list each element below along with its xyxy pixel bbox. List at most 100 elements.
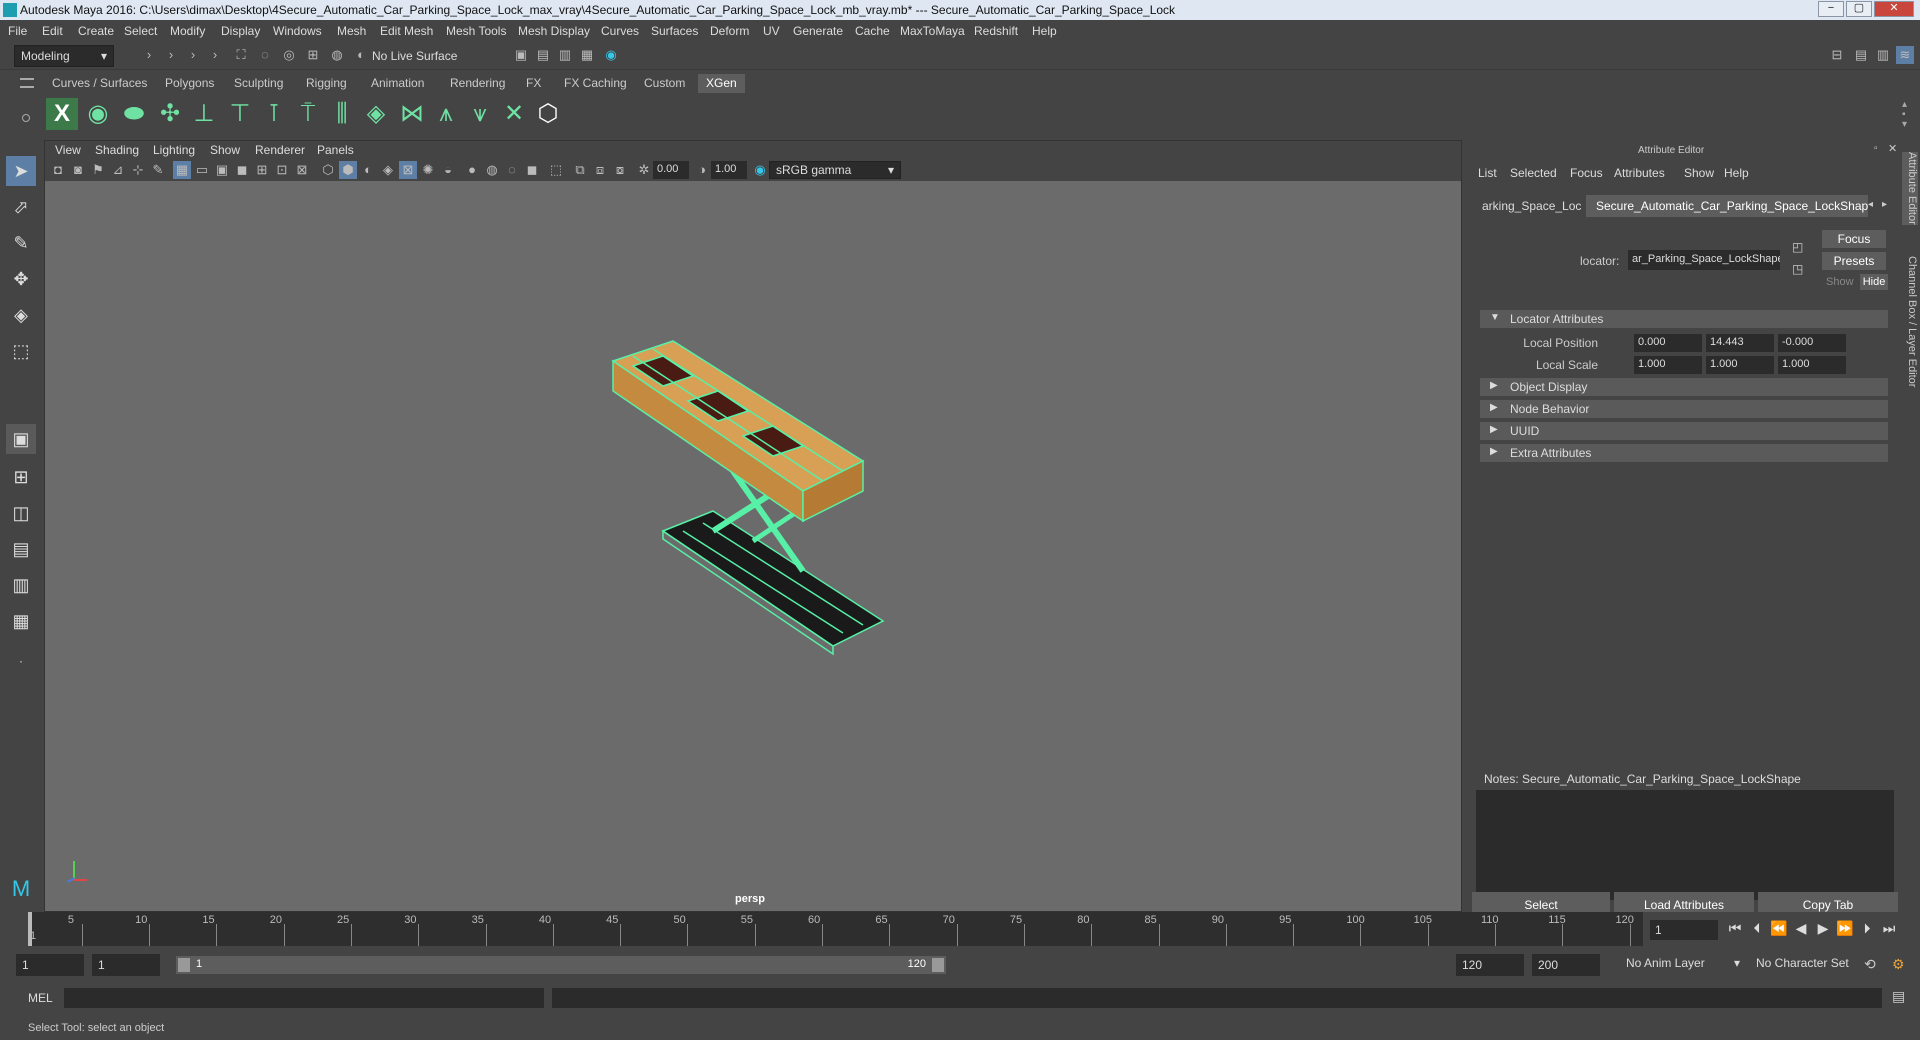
ae-tab-shape[interactable]: Secure_Automatic_Car_Parking_Space_LockS… bbox=[1586, 195, 1868, 217]
vp-menu-show[interactable]: Show bbox=[210, 143, 240, 157]
single-view-layout-icon[interactable]: ▣ bbox=[6, 424, 36, 454]
xgen-add-guide-icon[interactable]: ⊥ bbox=[188, 98, 220, 130]
lasso-select-icon[interactable]: ◌ bbox=[256, 46, 274, 64]
vp-menu-lighting[interactable]: Lighting bbox=[153, 143, 195, 157]
live-surface-field[interactable]: No Live Surface bbox=[366, 46, 462, 66]
menu-create[interactable]: Create bbox=[78, 24, 114, 38]
step-back-key-icon[interactable]: ⏪ bbox=[1770, 918, 1788, 938]
menu-curves[interactable]: Curves bbox=[601, 24, 639, 38]
exposure-field[interactable]: 0.00 bbox=[653, 161, 689, 179]
playback-end-field[interactable]: 120 bbox=[1456, 954, 1524, 976]
lasso-tool-icon[interactable]: ⬀ bbox=[6, 192, 36, 222]
menu-set-arrow-icon[interactable]: › bbox=[140, 46, 158, 64]
script-layout-icon[interactable]: ▦ bbox=[6, 606, 36, 636]
show-button[interactable]: Show bbox=[1826, 276, 1854, 288]
open-scene-arrow-icon[interactable]: › bbox=[162, 46, 180, 64]
four-view-layout-icon[interactable]: ⊞ bbox=[6, 462, 36, 492]
play-forwards-icon[interactable]: ▶ bbox=[1814, 918, 1832, 938]
paint-select-tool-icon[interactable]: ✎ bbox=[6, 228, 36, 258]
tab-sculpting[interactable]: Sculpting bbox=[226, 74, 291, 93]
tab-animation[interactable]: Animation bbox=[363, 74, 432, 93]
section-uuid[interactable]: ▶ UUID bbox=[1480, 422, 1888, 440]
render-settings-icon[interactable]: ▦ bbox=[578, 46, 596, 64]
camera-attributes-icon[interactable]: ◙ bbox=[69, 161, 87, 179]
textured-icon[interactable]: ✺ bbox=[419, 161, 437, 179]
menu-maxtomaya[interactable]: MaxToMaya bbox=[900, 24, 965, 38]
tab-polygons[interactable]: Polygons bbox=[157, 74, 222, 93]
local-position-z[interactable]: -0.000 bbox=[1778, 334, 1846, 352]
local-scale-x[interactable]: 1.000 bbox=[1634, 356, 1702, 374]
tab-xgen[interactable]: XGen bbox=[698, 74, 745, 93]
xgen-editor-icon[interactable]: X bbox=[46, 98, 78, 130]
image-plane-icon[interactable]: ⊿ bbox=[109, 161, 127, 179]
xray-components-icon[interactable]: ⧇ bbox=[611, 161, 629, 179]
gamma-icon[interactable]: ◑ bbox=[693, 161, 711, 179]
menu-edit-mesh[interactable]: Edit Mesh bbox=[380, 24, 433, 38]
menu-deform[interactable]: Deform bbox=[710, 24, 749, 38]
shelf-menu-icon[interactable] bbox=[20, 78, 34, 88]
toggle-panel-icon[interactable]: ▤ bbox=[1852, 46, 1870, 64]
color-space-dropdown[interactable]: sRGB gamma ▾ bbox=[769, 161, 901, 179]
presets-button[interactable]: Presets bbox=[1822, 252, 1886, 270]
motion-blur-icon[interactable]: ◌ bbox=[503, 161, 521, 179]
smooth-shade-icon[interactable]: ⬢ bbox=[339, 161, 357, 179]
animation-end-field[interactable]: 200 bbox=[1532, 954, 1600, 976]
menu-surfaces[interactable]: Surfaces bbox=[651, 24, 698, 38]
local-scale-y[interactable]: 1.000 bbox=[1706, 356, 1774, 374]
local-position-y[interactable]: 14.443 bbox=[1706, 334, 1774, 352]
xgen-spline-icon[interactable]: ⋈ bbox=[396, 98, 428, 130]
tab-next-icon[interactable]: ▸ bbox=[1882, 199, 1887, 210]
xgen-clumping-icon[interactable]: ⩚ bbox=[430, 98, 462, 130]
wireframe-icon[interactable]: ⬡ bbox=[319, 161, 337, 179]
viewport-panel[interactable]: View Shading Lighting Show Renderer Pane… bbox=[44, 140, 1462, 912]
tab-fx-caching[interactable]: FX Caching bbox=[556, 74, 635, 93]
range-bar[interactable]: 1 120 bbox=[176, 956, 946, 974]
playback-start-field[interactable]: 1 bbox=[92, 954, 160, 976]
current-frame-field[interactable]: 1 bbox=[1650, 920, 1718, 940]
locator-name-field[interactable]: ar_Parking_Space_LockShape bbox=[1628, 250, 1780, 270]
section-node-behavior[interactable]: ▶ Node Behavior bbox=[1480, 400, 1888, 418]
local-position-x[interactable]: 0.000 bbox=[1634, 334, 1702, 352]
xgen-comb-icon[interactable]: ⫼ bbox=[326, 98, 358, 130]
animation-start-field[interactable]: 1 bbox=[16, 954, 84, 976]
xgen-interactive-groom-icon[interactable]: ⬡ bbox=[532, 98, 564, 130]
menu-file[interactable]: File bbox=[8, 24, 27, 38]
go-to-end-icon[interactable]: ⏭ bbox=[1880, 918, 1898, 938]
menu-uv[interactable]: UV bbox=[763, 24, 780, 38]
script-language-label[interactable]: MEL bbox=[28, 991, 53, 1005]
xray-active-icon[interactable]: ⧈ bbox=[591, 161, 609, 179]
graph-layout-icon[interactable]: ▥ bbox=[6, 570, 36, 600]
field-chart-icon[interactable]: ⊞ bbox=[253, 161, 271, 179]
xray-joints-icon[interactable]: ⧉ bbox=[571, 161, 589, 179]
safe-title-icon[interactable]: ⊠ bbox=[293, 161, 311, 179]
mode-dropdown[interactable]: Modeling ▾ bbox=[14, 45, 114, 67]
range-handle-end[interactable] bbox=[932, 958, 944, 972]
color-management-icon[interactable]: ◉ bbox=[751, 161, 769, 179]
ae-menu-help[interactable]: Help bbox=[1724, 166, 1749, 180]
animation-prefs-icon[interactable]: ⚙ bbox=[1892, 956, 1905, 973]
close-button[interactable]: ✕ bbox=[1874, 1, 1914, 17]
channel-box-side-tab[interactable]: Channel Box / Layer Editor bbox=[1902, 256, 1918, 387]
vp-menu-panels[interactable]: Panels bbox=[317, 143, 354, 157]
local-scale-z[interactable]: 1.000 bbox=[1778, 356, 1846, 374]
focus-button[interactable]: Focus bbox=[1822, 230, 1886, 248]
snap-grid-icon[interactable]: ⊞ bbox=[304, 46, 322, 64]
ae-menu-show[interactable]: Show bbox=[1684, 166, 1714, 180]
scale-tool-icon[interactable]: ⬚ bbox=[6, 336, 36, 366]
gamma-field[interactable]: 1.00 bbox=[711, 161, 747, 179]
ae-menu-attributes[interactable]: Attributes bbox=[1614, 166, 1665, 180]
menu-generate[interactable]: Generate bbox=[793, 24, 843, 38]
float-panel-icon[interactable]: ▫ bbox=[1874, 143, 1878, 154]
ipr-render-icon[interactable]: ▥ bbox=[556, 46, 574, 64]
xray-icon[interactable]: ⊠ bbox=[399, 161, 417, 179]
use-all-lights-icon[interactable]: ◒ bbox=[439, 161, 457, 179]
menu-modify[interactable]: Modify bbox=[170, 24, 205, 38]
menu-edit[interactable]: Edit bbox=[42, 24, 63, 38]
xgen-noise-icon[interactable]: ✕ bbox=[498, 98, 530, 130]
step-forward-frame-icon[interactable]: ⏵ bbox=[1858, 918, 1876, 938]
character-set-dropdown[interactable]: No Character Set bbox=[1746, 956, 1862, 970]
shadows-icon[interactable]: ● bbox=[463, 161, 481, 179]
auto-key-icon[interactable]: ⟲ bbox=[1864, 956, 1876, 973]
select-tool-icon[interactable]: ➤ bbox=[6, 156, 36, 186]
xgen-sculpt-guide-icon[interactable]: ⊤ bbox=[224, 98, 256, 130]
